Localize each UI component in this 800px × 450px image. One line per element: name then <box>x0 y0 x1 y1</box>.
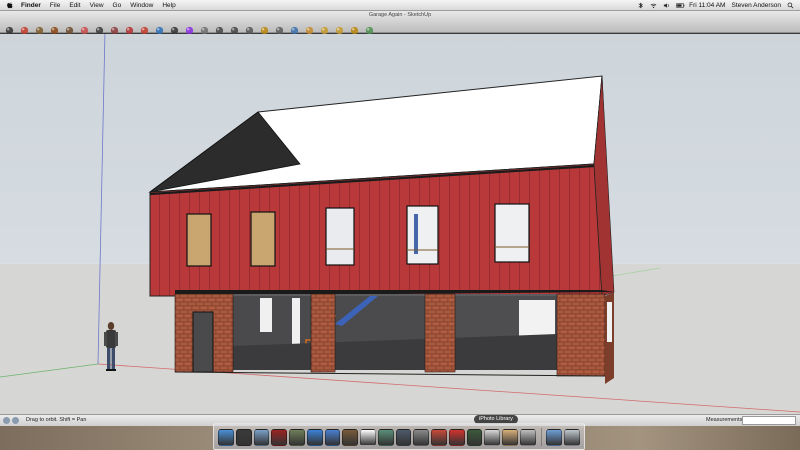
interior-window-2 <box>292 298 300 348</box>
interior-post <box>414 214 418 254</box>
ical-icon[interactable] <box>360 429 376 446</box>
menu-list: Finder File Edit View Go Window Help <box>21 2 176 9</box>
apple-menu-icon[interactable] <box>5 1 15 10</box>
measurements-label: Measurements <box>706 417 743 423</box>
window-upper-4[interactable] <box>406 205 439 265</box>
menu-file[interactable]: File <box>50 2 60 9</box>
mail-icon[interactable] <box>253 429 270 446</box>
volume-icon[interactable] <box>663 2 670 9</box>
measurements-input[interactable] <box>742 416 796 425</box>
window-title: Garage Again - SketchUp <box>368 12 432 18</box>
green-axis-secondary <box>0 363 99 378</box>
status-hint-text: Drag to orbit. Shift = Pan <box>26 417 87 423</box>
green-axis-back <box>611 267 661 277</box>
safari-icon[interactable] <box>306 429 323 446</box>
brick-pier-4[interactable] <box>556 293 606 377</box>
battery-icon[interactable] <box>676 2 685 9</box>
photo-booth-icon[interactable] <box>271 429 287 446</box>
iphoto-icon[interactable] <box>377 429 394 446</box>
photo-icon[interactable] <box>289 429 305 446</box>
window-upper-3[interactable] <box>325 207 355 266</box>
credits-icon[interactable] <box>12 417 19 424</box>
finder-icon[interactable] <box>218 429 234 446</box>
window-upper-1[interactable] <box>186 213 212 267</box>
window-upper-5[interactable] <box>494 203 530 263</box>
brick-pier-3[interactable] <box>424 293 456 373</box>
itunes-icon[interactable] <box>324 429 341 446</box>
dashboard-icon[interactable] <box>235 429 252 446</box>
textedit-icon[interactable] <box>431 429 447 446</box>
menu-bar: Finder File Edit View Go Window Help Fri 11:04… <box>0 0 800 11</box>
dock <box>213 423 585 450</box>
dock-separator <box>540 428 542 446</box>
spotlight-search-icon[interactable] <box>787 2 794 9</box>
menu-view[interactable]: View <box>90 2 104 9</box>
downloads-folder-icon[interactable] <box>546 429 563 446</box>
window-titlebar: Garage Again - SketchUp <box>0 11 800 34</box>
menu-window[interactable]: Window <box>130 2 153 9</box>
address-book-icon[interactable] <box>342 429 358 446</box>
green-axis <box>97 34 106 365</box>
menu-finder[interactable]: Finder <box>21 2 41 9</box>
system-preferences-icon[interactable] <box>413 429 429 446</box>
menu-help[interactable]: Help <box>162 2 175 9</box>
menu-edit[interactable]: Edit <box>69 2 80 9</box>
side-window <box>607 302 612 342</box>
status-area: Fri 11:04 AM Steven Anderson <box>637 0 794 11</box>
menu-go[interactable]: Go <box>113 2 122 9</box>
photo-viewer-icon[interactable] <box>466 429 483 446</box>
scale-figure-person[interactable] <box>104 322 118 371</box>
model-scene[interactable] <box>0 34 800 414</box>
bluetooth-icon[interactable] <box>637 2 644 9</box>
geolocation-icon[interactable] <box>3 417 10 424</box>
trash-icon[interactable] <box>564 429 580 446</box>
side-door[interactable] <box>192 311 214 373</box>
preview-icon[interactable] <box>519 429 536 446</box>
interior-window-3 <box>519 300 555 336</box>
window-upper-2[interactable] <box>250 211 276 267</box>
clock-text[interactable]: Fri 11:04 AM <box>689 2 725 9</box>
brick-pier-2[interactable] <box>310 293 336 373</box>
time-machine-icon[interactable] <box>395 429 412 446</box>
pdf-icon[interactable] <box>484 429 500 446</box>
sketchup-icon[interactable] <box>448 429 465 446</box>
pages-icon[interactable] <box>502 429 518 446</box>
user-name[interactable]: Steven Anderson <box>731 2 781 9</box>
status-icons <box>3 417 19 424</box>
drawing-viewport[interactable] <box>0 34 800 414</box>
wifi-icon[interactable] <box>650 2 657 9</box>
interior-window-1 <box>260 298 272 332</box>
